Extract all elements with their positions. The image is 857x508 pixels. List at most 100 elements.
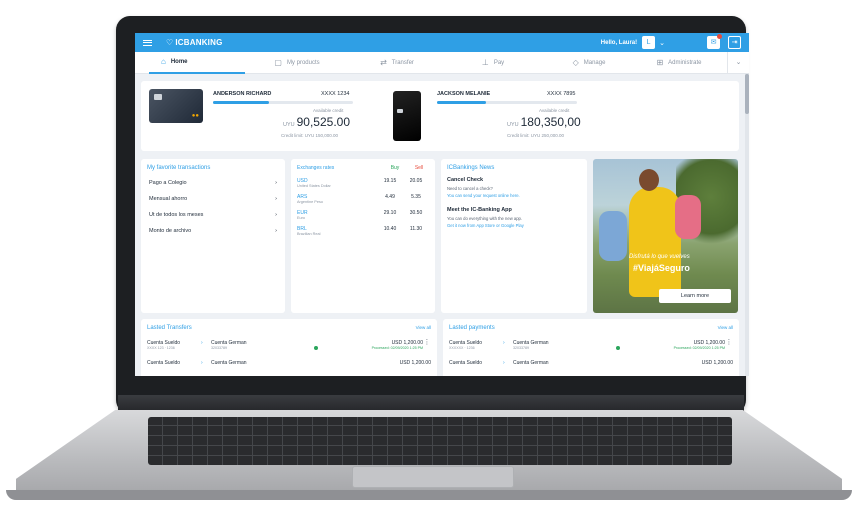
arrow-right-icon: › xyxy=(503,360,505,366)
notification-dot xyxy=(717,34,722,39)
panel-title: Lasted Transfers xyxy=(147,325,192,331)
table-row[interactable]: Cuenta Sueldo XXXXXX · 1236 › Cuenta Germ… xyxy=(443,335,739,355)
transfer-icon: ⇄ xyxy=(380,58,387,67)
table-row[interactable]: Cuenta Sueldo XXXX 123 · 1236 › Cuenta Ge… xyxy=(141,335,437,355)
tab-transfer[interactable]: ⇄ Transfer xyxy=(349,52,445,74)
chevron-down-icon[interactable]: ⌄ xyxy=(659,39,665,47)
tab-home[interactable]: ⌂ Home xyxy=(149,52,245,74)
scrollbar-thumb[interactable] xyxy=(745,74,749,114)
available-credit-label: Available credit xyxy=(313,108,344,113)
credit-card-image[interactable] xyxy=(393,91,421,141)
available-credit-amount: UYU 180,350,00 xyxy=(507,115,581,129)
available-credit-amount: UYU 90,525.00 xyxy=(283,115,351,129)
laptop-trackpad xyxy=(352,466,514,488)
promo-tagline: Disfrutá lo que vuelves xyxy=(629,254,690,260)
news-heading: Meet the IC-Banking App xyxy=(447,207,512,213)
arrow-right-icon: › xyxy=(201,340,203,346)
favorite-transactions-panel: My favorite transactions Pago a Colegio ›… xyxy=(141,159,285,313)
app-logo[interactable]: ♡ ICBANKING xyxy=(166,38,223,47)
news-text: You can do everything with the new app. xyxy=(447,216,523,221)
laptop-screen: ♡ ICBANKING Hello, Laura! L ⌄ ✉ ⇥ ⌂ Home ▢… xyxy=(135,33,749,376)
card-holder-name: JACKSON MELANIE xyxy=(437,91,491,97)
card-chip-icon xyxy=(154,94,162,100)
child-illustration xyxy=(675,195,701,239)
page-scrollbar[interactable] xyxy=(745,74,749,376)
news-link[interactable]: You can send your request online here. xyxy=(441,192,587,199)
main-tabs: ⌂ Home ▢ My products ⇄ Transfer ⊥ Pay ◇ Manag… xyxy=(135,51,749,74)
credit-usage-fill xyxy=(213,101,269,104)
products-icon: ▢ xyxy=(274,58,282,67)
chevron-right-icon: › xyxy=(275,228,277,234)
child-illustration xyxy=(599,211,627,261)
more-options-icon[interactable]: ⋮ xyxy=(423,339,431,346)
logout-icon[interactable]: ⇥ xyxy=(728,36,741,49)
tabs-more-chevron-icon[interactable]: ⌄ xyxy=(727,51,749,74)
arrow-right-icon: › xyxy=(503,340,505,346)
news-text: Need to cancel a check? xyxy=(447,186,493,191)
laptop-keyboard xyxy=(148,417,732,465)
list-item[interactable]: Pago a Colegio › xyxy=(141,175,285,191)
table-row: USD United States Dollar 19.15 20.05 xyxy=(297,178,423,188)
credit-usage-fill xyxy=(437,101,486,104)
card-number: XXXX 1234 xyxy=(321,91,350,97)
news-link[interactable]: Get it now from App Store or Google Play xyxy=(441,222,587,229)
panel-header: Lasted Transfers View all xyxy=(141,319,437,335)
learn-more-button[interactable]: Learn more xyxy=(659,289,731,303)
more-options-icon[interactable]: ⋮ xyxy=(725,339,733,346)
user-greeting: Hello, Laura! xyxy=(600,39,638,46)
news-heading: Cancel Check xyxy=(447,177,484,183)
list-item[interactable]: Mensual ahorro › xyxy=(141,191,285,207)
table-row[interactable]: Cuenta Sueldo › Cuenta German USD 1,200.… xyxy=(141,355,437,371)
last-payments-panel: Lasted payments View all Cuenta Sueldo XXX… xyxy=(443,319,739,376)
panel-title: Lasted payments xyxy=(449,325,495,331)
panel-title: ICBankings News xyxy=(447,165,495,171)
promo-hashtag: #ViajáSeguro xyxy=(633,263,690,273)
card-holder-name: ANDERSON RICHARD xyxy=(213,91,272,97)
exchange-header: Exchanges rates Buy Sell xyxy=(291,159,435,175)
credit-usage-bar xyxy=(213,101,353,104)
chevron-right-icon: › xyxy=(275,212,277,218)
last-transfers-panel: Lasted Transfers View all Cuenta Sueldo XX… xyxy=(141,319,437,376)
status-dot-icon xyxy=(616,346,621,350)
panel-title: My favorite transactions xyxy=(147,165,211,171)
app-top-bar: ♡ ICBANKING Hello, Laura! L ⌄ ✉ ⇥ xyxy=(135,33,749,52)
father-illustration xyxy=(629,187,681,297)
table-row: ARS Argentine Peso 4.49 5.35 xyxy=(297,194,421,204)
view-all-link[interactable]: View all xyxy=(416,325,431,331)
tab-manage[interactable]: ◇ Manage xyxy=(541,52,637,74)
arrow-right-icon: › xyxy=(201,360,203,366)
news-panel: ICBankings News Cancel Check Need to can… xyxy=(441,159,587,313)
heart-logo-icon: ♡ xyxy=(166,38,174,47)
status-dot-icon xyxy=(314,346,319,350)
view-all-link[interactable]: View all xyxy=(718,325,733,331)
tab-my-products[interactable]: ▢ My products xyxy=(245,52,349,74)
buy-column-header: Buy xyxy=(390,165,400,171)
hamburger-menu-icon[interactable] xyxy=(143,39,152,46)
tab-administrate[interactable]: ⊞ Administrate xyxy=(637,52,721,74)
laptop-front-edge xyxy=(6,490,852,500)
manage-icon: ◇ xyxy=(572,58,579,67)
card-chip-icon xyxy=(397,109,403,113)
chevron-right-icon: › xyxy=(275,196,277,202)
list-item[interactable]: Ut de todos los meses › xyxy=(141,207,285,223)
tab-pay[interactable]: ⊥ Pay xyxy=(445,52,541,74)
mail-icon[interactable]: ✉ xyxy=(707,34,722,49)
exchange-rates-panel: Exchanges rates Buy Sell USD United State… xyxy=(291,159,435,313)
cards-summary: ●● ANDERSON RICHARD XXXX 1234 Available … xyxy=(141,81,739,151)
head-illustration xyxy=(639,169,659,191)
promo-banner: Disfrutá lo que vuelves #ViajáSeguro Lea… xyxy=(593,159,738,313)
panel-title: Exchanges rates xyxy=(297,165,335,171)
list-item[interactable]: Monto de archivo › xyxy=(141,223,285,239)
table-row: EUR Euro 29.10 30.50 xyxy=(297,210,423,220)
credit-usage-bar xyxy=(437,101,577,104)
credit-limit: Credit limit: UYU 250,000.00 xyxy=(507,133,565,138)
sell-column-header: Sell xyxy=(414,165,424,171)
panel-header: Lasted payments View all xyxy=(443,319,739,335)
chevron-right-icon: › xyxy=(275,180,277,186)
user-avatar[interactable]: L xyxy=(642,36,656,49)
table-row[interactable]: Cuenta Sueldo › Cuenta German USD 1,200.… xyxy=(443,355,739,371)
credit-card-image[interactable]: ●● xyxy=(149,89,203,123)
administrate-icon: ⊞ xyxy=(656,58,664,67)
pay-icon: ⊥ xyxy=(481,58,489,67)
table-row: BRL Brazilian Real 10.40 11.30 xyxy=(297,226,423,236)
